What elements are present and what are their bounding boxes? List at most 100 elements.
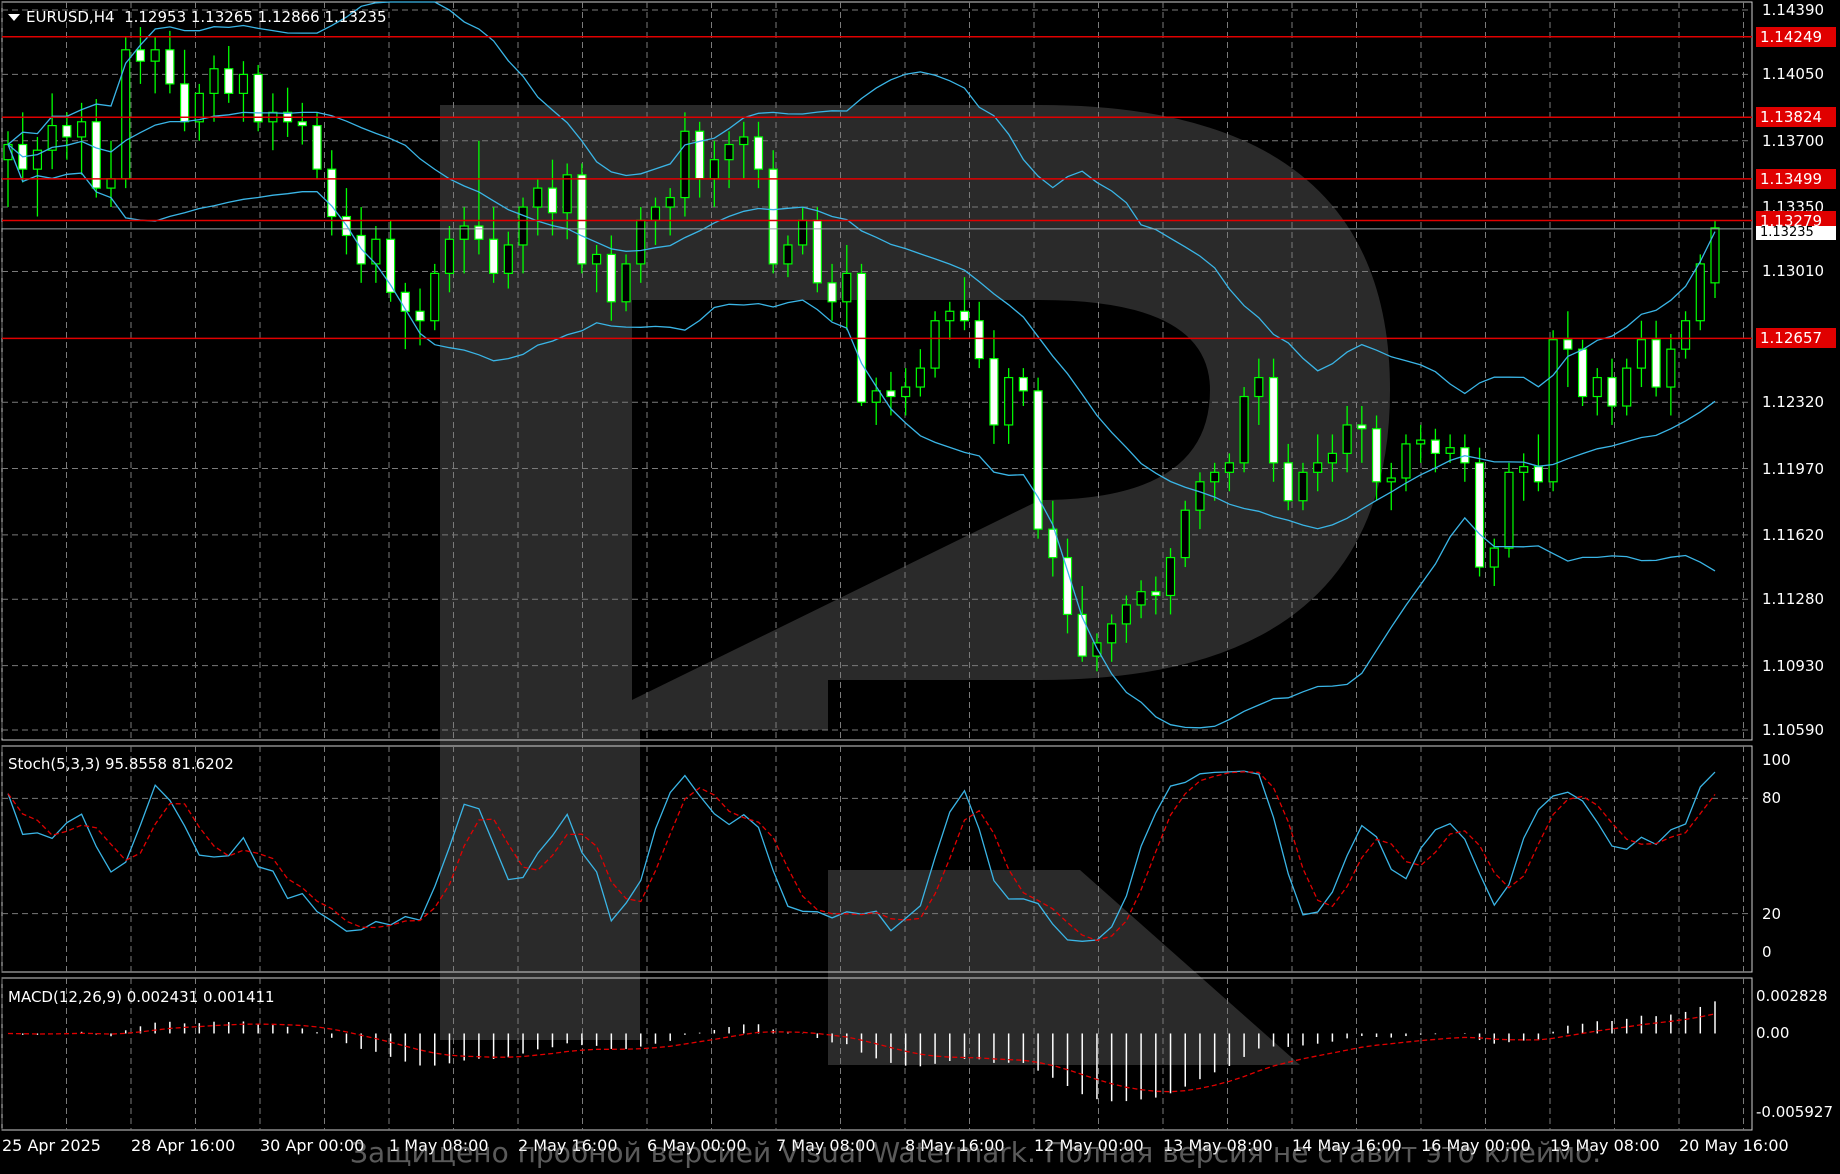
candle-body — [915, 367, 925, 388]
candle-body — [474, 225, 484, 240]
candle-body — [489, 238, 499, 274]
candle-body — [165, 49, 175, 85]
macd-tick-label: 0.002828 — [1756, 987, 1828, 1005]
candle-body — [1136, 591, 1146, 606]
candle-body — [533, 187, 543, 208]
candle-body — [1577, 348, 1588, 398]
price-tick-label: 1.10590 — [1762, 721, 1825, 739]
candle-body — [1519, 466, 1529, 473]
candle-body — [1430, 439, 1441, 454]
candle-body — [798, 219, 808, 246]
candle-body — [444, 238, 455, 274]
candle-body — [812, 219, 822, 284]
candle-body — [1342, 424, 1352, 454]
candle-body — [1195, 481, 1205, 511]
candle-body — [1533, 466, 1544, 483]
candle-body — [1680, 320, 1691, 350]
candle-body — [1107, 623, 1117, 644]
candle-body — [1695, 263, 1705, 322]
price-tick-label: 1.11280 — [1762, 590, 1825, 609]
candle-body — [1224, 462, 1234, 473]
candle-body — [636, 219, 646, 265]
candle-body — [1592, 376, 1602, 398]
candle-body — [518, 206, 528, 246]
candle-body — [1254, 376, 1264, 398]
candle-body — [1622, 367, 1632, 407]
candle-body — [238, 73, 249, 94]
candle-body — [1386, 477, 1396, 483]
price-tick-label: 1.12320 — [1762, 393, 1825, 412]
candle-body — [1607, 376, 1617, 407]
price-tick-label: 1.13010 — [1762, 262, 1825, 281]
stoch-tick-label: 20 — [1762, 904, 1782, 923]
candle-body — [503, 244, 513, 274]
candle-body — [1018, 376, 1028, 392]
candle-body — [135, 49, 146, 62]
macd-label: MACD(12,26,9) 0.002431 0.001411 — [8, 988, 275, 1006]
candle-body — [842, 272, 852, 303]
candle-body — [1033, 390, 1043, 530]
time-tick-label: 20 May 16:00 — [1679, 1136, 1789, 1155]
candle-body — [415, 310, 425, 322]
candle-body — [1445, 447, 1455, 454]
candle-body — [886, 390, 896, 398]
stoch-tick-label: 0 — [1762, 943, 1772, 961]
candle-body — [621, 263, 631, 303]
candle-body — [209, 68, 219, 94]
price-level-tag: 1.13499 — [1756, 168, 1836, 189]
candle-body — [753, 136, 764, 170]
candle-body — [724, 143, 734, 161]
candle-body — [253, 73, 263, 123]
candle-body — [1210, 471, 1220, 483]
price-tick-label: 1.14390 — [1762, 1, 1825, 19]
candle-body — [1151, 591, 1161, 597]
candle-body — [577, 174, 587, 265]
ohlc-label: 1.12953 1.13265 1.12866 1.13235 — [124, 8, 387, 26]
candle-body — [312, 124, 322, 170]
candle-body — [459, 225, 469, 240]
candle-body — [224, 68, 234, 94]
watermark-logo-stem — [440, 730, 640, 1040]
candle-body — [695, 130, 705, 180]
candle-body — [1239, 395, 1249, 464]
candle-body — [297, 121, 307, 127]
candle-body — [1563, 339, 1573, 350]
collapse-triangle-icon[interactable] — [8, 14, 20, 21]
price-tick-label: 1.14050 — [1762, 65, 1825, 84]
candle-body — [76, 121, 87, 138]
candle-body — [871, 390, 881, 403]
candle-body — [827, 282, 837, 303]
candle-body — [1504, 471, 1514, 549]
candle-body — [547, 187, 558, 214]
candle-body — [709, 159, 719, 180]
candle-body — [1401, 443, 1411, 479]
candle-body — [1077, 613, 1087, 657]
candle-body — [179, 83, 190, 123]
candle-body — [739, 136, 749, 146]
candle-body — [1283, 462, 1293, 502]
chart-canvas[interactable] — [0, 0, 1840, 1174]
candle-body — [430, 272, 440, 322]
candle-body — [1298, 471, 1308, 502]
candle-body — [665, 196, 675, 208]
stoch-tick-label: 100 — [1762, 751, 1791, 769]
time-tick-label: 30 Apr 00:00 — [260, 1136, 365, 1155]
candle-body — [121, 49, 131, 180]
candle-body — [106, 178, 116, 189]
candle-body — [1651, 339, 1661, 388]
candle-body — [1357, 424, 1367, 430]
candle-body — [1548, 339, 1558, 483]
macd-tick-label: 0.00 — [1756, 1024, 1790, 1043]
time-tick-label: 28 Apr 16:00 — [131, 1136, 236, 1155]
price-tick-label: 1.11970 — [1762, 459, 1825, 478]
candle-body — [562, 174, 572, 214]
time-tick-label: 25 Apr 2025 — [2, 1136, 101, 1155]
candle-body — [1313, 462, 1323, 473]
candle-body — [680, 130, 690, 199]
candle-body — [945, 310, 955, 322]
current-price-tag: 1.13235 — [1756, 226, 1836, 240]
chart-header[interactable]: EURUSD,H4 1.12953 1.13265 1.12866 1.1323… — [8, 8, 387, 26]
watermark-text: Защищено пробной версией Visual Watermar… — [350, 1136, 1602, 1169]
price-level-tag: 1.13824 — [1756, 107, 1836, 128]
candle-body — [1371, 428, 1382, 483]
